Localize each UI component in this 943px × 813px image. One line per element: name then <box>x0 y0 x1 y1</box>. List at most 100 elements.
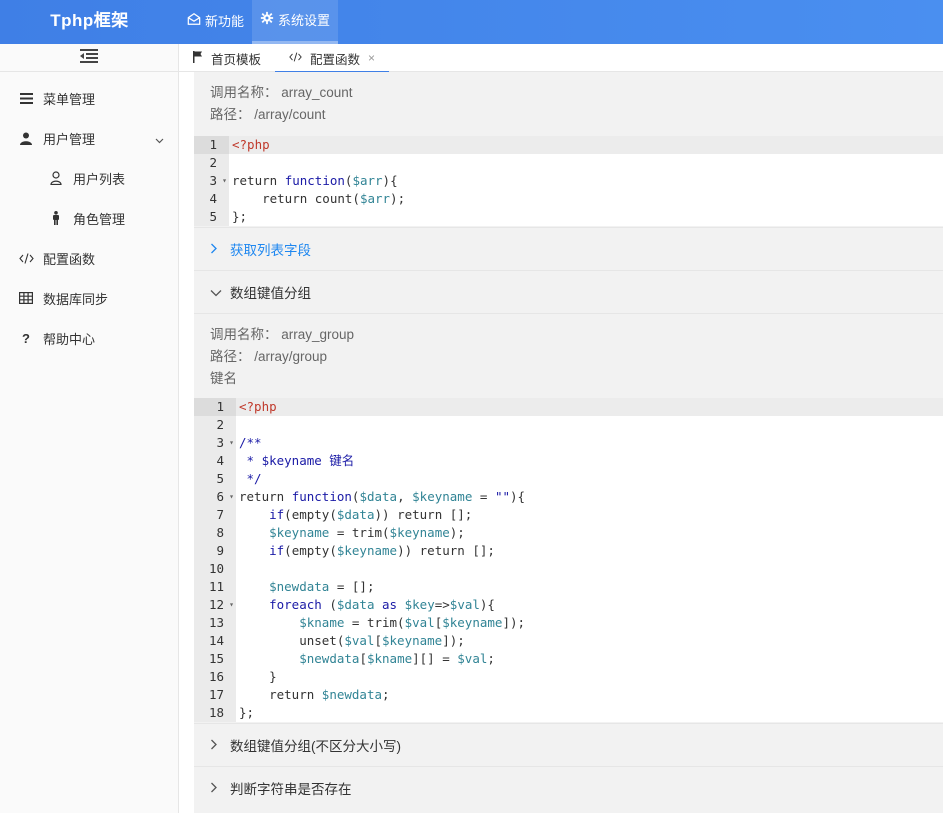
code-line: * $keyname 键名 <box>239 453 355 468</box>
sidebar-item-role-management[interactable]: 角色管理 <box>0 198 178 238</box>
menu-lines-icon <box>18 90 34 106</box>
call-name-label: 调用名称： <box>210 85 278 100</box>
code-line: if(empty($data)) return []; <box>269 507 473 522</box>
sidebar: 菜单管理 用户管理 用户列表 角色管理 配置函数 数据库同步 ? 帮助中心 <box>0 44 179 813</box>
code-line: return function($data, $keyname = ""){ <box>239 489 526 504</box>
code-line: <?php <box>232 137 270 152</box>
sidebar-item-help-center[interactable]: ? 帮助中心 <box>0 318 178 358</box>
code-line: }; <box>239 705 255 720</box>
main-content: 调用名称： array_count 路径： /array/count 1 <?ph… <box>194 72 943 813</box>
sidebar-item-label: 帮助中心 <box>43 331 96 347</box>
line-number: 15 <box>194 650 236 668</box>
close-icon[interactable]: × <box>368 51 375 65</box>
sidebar-item-user-list[interactable]: 用户列表 <box>0 158 178 198</box>
code-line: return $newdata; <box>239 687 390 702</box>
path-row: 路径： /array/count <box>210 104 927 126</box>
line-number: 12 ▾ <box>194 596 236 614</box>
code-line: /** <box>239 435 262 450</box>
code-editor-array-group[interactable]: 1 <?php 2 3 ▾/** 4 * $keyname 键名 5 */ 6 ▾ re… <box>194 398 943 722</box>
sidebar-item-label: 菜单管理 <box>43 91 96 107</box>
code-line: unset($val[$keyname]); <box>239 633 465 648</box>
line-number: 1 <box>194 398 236 416</box>
section-get-list-fields[interactable]: 获取列表字段 <box>194 227 943 270</box>
call-name-value: array_group <box>281 327 355 342</box>
chevron-right-icon <box>210 242 222 257</box>
sidebar-item-db-sync[interactable]: 数据库同步 <box>0 278 178 318</box>
code-line: $kname = trim($val[$keyname]); <box>299 615 526 630</box>
code-line: $newdata = []; <box>269 579 375 594</box>
line-number: 4 <box>194 190 229 208</box>
line-number: 3 ▾ <box>194 434 236 452</box>
line-number: 8 <box>194 524 236 542</box>
section-title: 获取列表字段 <box>230 243 311 258</box>
call-name-value: array_count <box>281 85 353 100</box>
param-row: 键名 <box>210 371 237 386</box>
sidebar-item-user-management[interactable]: 用户管理 <box>0 118 178 158</box>
top-nav: 新功能 系统设置 <box>179 0 339 44</box>
sidebar-item-config-functions[interactable]: 配置函数 <box>0 238 178 278</box>
question-icon: ? <box>22 330 30 346</box>
section-string-exists[interactable]: 判断字符串是否存在 <box>194 766 943 809</box>
sidebar-item-menu-management[interactable]: 菜单管理 <box>0 78 178 118</box>
chevron-right-icon <box>210 781 222 796</box>
line-number: 1 <box>194 136 229 154</box>
line-number: 2 <box>194 154 229 172</box>
function-info-array-count: 调用名称： array_count 路径： /array/count <box>194 72 943 132</box>
sidebar-collapse-button[interactable] <box>0 44 178 72</box>
code-line: */ <box>239 471 262 486</box>
user-icon <box>18 130 34 146</box>
path-label: 路径： <box>210 107 251 122</box>
line-number: 11 <box>194 578 236 596</box>
envelope-open-icon <box>187 1 201 43</box>
code-icon <box>289 51 302 65</box>
section-title: 数组键值分组(不区分大小写) <box>230 739 401 754</box>
topnav-system-settings[interactable]: 系统设置 <box>252 0 339 44</box>
user-outline-icon <box>48 170 64 186</box>
code-line: $newdata[$kname][] = $val; <box>299 651 495 666</box>
call-name-label: 调用名称： <box>210 327 278 342</box>
brand-logo[interactable]: Tphp框架 <box>0 0 179 44</box>
line-number: 3 ▾ <box>194 172 229 190</box>
sidebar-item-label: 用户管理 <box>43 131 96 147</box>
path-value: /array/group <box>254 349 328 364</box>
sidebar-item-label: 配置函数 <box>43 251 96 267</box>
code-line: return function($arr){ <box>232 173 398 188</box>
line-number: 16 <box>194 668 236 686</box>
tab-config-functions[interactable]: 配置函数 × <box>275 44 390 73</box>
function-info-array-group: 调用名称： array_group 路径： /array/group 键名 <box>194 313 943 394</box>
code-line: if(empty($keyname)) return []; <box>269 543 495 558</box>
path-row: 路径： /array/group <box>210 346 927 368</box>
top-bar: Tphp框架 新功能 系统设置 <box>0 0 943 44</box>
section-array-group[interactable]: 数组键值分组 <box>194 270 943 313</box>
line-number: 13 <box>194 614 236 632</box>
code-line: foreach ($data as $key=>$val){ <box>269 597 495 612</box>
line-number: 5 <box>194 208 229 226</box>
tab-home-template[interactable]: 首页模板 <box>179 44 275 72</box>
code-editor-array-count[interactable]: 1 <?php 2 3 ▾ return function($arr){ 4 retu… <box>194 136 943 226</box>
section-title: 数组键值分组 <box>230 286 311 301</box>
line-number: 9 <box>194 542 236 560</box>
path-label: 路径： <box>210 349 251 364</box>
code-line: return count($arr); <box>232 191 406 206</box>
line-number: 2 <box>194 416 236 434</box>
section-title: 判断字符串是否存在 <box>230 782 352 797</box>
indent-icon <box>80 49 98 66</box>
table-icon <box>18 290 34 306</box>
line-number: 17 <box>194 686 236 704</box>
chevron-down-icon <box>155 132 164 147</box>
flag-icon <box>193 50 203 66</box>
tab-label: 配置函数 <box>310 52 361 67</box>
sidebar-item-label: 用户列表 <box>73 171 126 187</box>
topnav-new-features[interactable]: 新功能 <box>179 0 252 44</box>
line-number: 10 <box>194 560 236 578</box>
code-icon <box>18 250 34 266</box>
code-line: }; <box>232 209 248 224</box>
path-value: /array/count <box>254 107 326 122</box>
section-array-group-case-insensitive[interactable]: 数组键值分组(不区分大小写) <box>194 723 943 766</box>
topnav-label: 系统设置 <box>278 12 331 28</box>
tab-bar: 首页模板 配置函数 × <box>179 44 943 73</box>
chevron-right-icon <box>210 738 222 753</box>
line-number: 14 <box>194 632 236 650</box>
